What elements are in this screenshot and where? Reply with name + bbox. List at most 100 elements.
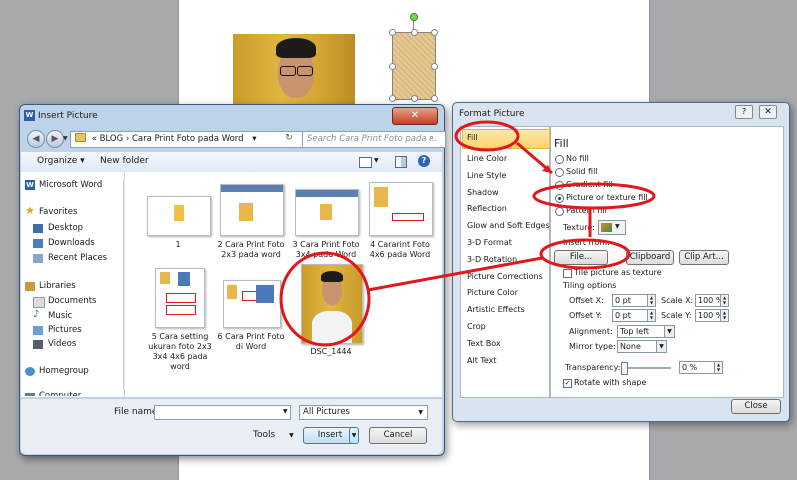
file-name-1[interactable]: 1	[147, 240, 209, 250]
file-thumbnail-5[interactable]	[155, 268, 205, 328]
file-name-3[interactable]: 3 Cara Print Foto 3x4 pada Word	[291, 240, 361, 260]
nav-computer[interactable]: Computer	[39, 391, 81, 396]
nav-pictures[interactable]: Pictures	[48, 325, 82, 335]
file-thumbnail-3[interactable]	[295, 189, 359, 236]
breadcrumb-blog[interactable]: BLOG	[100, 134, 124, 144]
mirror-type-select[interactable]: None ▼	[617, 340, 667, 353]
nav-microsoft-word[interactable]: Microsoft Word	[39, 180, 102, 190]
category-artistic-effects[interactable]: Artistic Effects	[467, 305, 525, 314]
insert-dropdown-button[interactable]: ▼	[349, 427, 359, 444]
category-fill[interactable]: Fill	[467, 133, 478, 142]
preview-pane-icon[interactable]	[395, 156, 407, 168]
file-thumbnail-1[interactable]	[147, 196, 211, 236]
file-name-5[interactable]: 5 Cara setting ukuran foto 2x3 3x4 4x6 p…	[145, 332, 215, 372]
picture-texture-fill-label[interactable]: Picture or texture fill	[566, 193, 648, 202]
search-input[interactable]: Search Cara Print Foto pada ...	[302, 131, 446, 148]
nav-music[interactable]: Music	[48, 311, 72, 321]
file-name-input[interactable]	[154, 405, 291, 420]
close-icon[interactable]: ✕	[759, 105, 777, 119]
texture-shape[interactable]	[389, 29, 438, 102]
category-line-style[interactable]: Line Style	[467, 171, 506, 180]
transparency-slider[interactable]	[621, 367, 671, 369]
category-text-box[interactable]: Text Box	[467, 339, 501, 348]
clip-art-button[interactable]: Clip Art...	[679, 250, 729, 265]
solid-fill-label[interactable]: Solid fill	[566, 167, 598, 176]
resize-handle-bl[interactable]	[389, 95, 396, 102]
clipboard-button[interactable]: Clipboard	[626, 250, 674, 265]
forward-button[interactable]: ▶	[46, 130, 64, 148]
close-button[interactable]: ✕	[392, 107, 438, 125]
history-dropdown-icon[interactable]: ▼	[63, 135, 68, 142]
new-folder-button[interactable]: New folder	[100, 156, 149, 166]
nav-documents[interactable]: Documents	[48, 296, 96, 306]
file-thumbnail-2[interactable]	[220, 184, 284, 236]
alignment-select[interactable]: Top left ▼	[617, 325, 675, 338]
file-button[interactable]: File...	[554, 250, 608, 265]
solid-fill-radio[interactable]	[555, 168, 564, 177]
category-shadow[interactable]: Shadow	[467, 188, 499, 197]
category-line-color[interactable]: Line Color	[467, 154, 507, 163]
nav-homegroup[interactable]: Homegroup	[39, 366, 89, 376]
file-type-select[interactable]: All Pictures ▼	[299, 405, 428, 420]
category-picture-corrections[interactable]: Picture Corrections	[467, 272, 543, 281]
views-icon[interactable]	[359, 157, 372, 168]
resize-handle-l[interactable]	[389, 63, 396, 70]
resize-handle-tr[interactable]	[431, 29, 438, 36]
resize-handle-tl[interactable]	[389, 29, 396, 36]
breadcrumb-separator[interactable]: ›	[126, 134, 129, 144]
category-alt-text[interactable]: Alt Text	[467, 356, 497, 365]
rotate-with-shape-label[interactable]: Rotate with shape	[574, 378, 646, 387]
cancel-button[interactable]: Cancel	[369, 427, 427, 444]
pattern-fill-radio[interactable]	[555, 207, 564, 216]
transparency-input[interactable]: 0 % ▲ ▼	[679, 361, 723, 374]
category-glow[interactable]: Glow and Soft Edges	[467, 221, 550, 230]
category-picture-color[interactable]: Picture Color	[467, 288, 518, 297]
address-bar[interactable]: « BLOG › Cara Print Foto pada Word ▾	[70, 131, 304, 148]
spinner-arrows[interactable]: ▲ ▼	[720, 310, 728, 321]
resize-handle-br[interactable]	[431, 95, 438, 102]
resize-handle-b[interactable]	[411, 95, 418, 102]
help-icon[interactable]: ?	[418, 155, 430, 167]
scale-y-input[interactable]: 100 % ▲ ▼	[695, 309, 729, 322]
offset-y-input[interactable]: 0 pt ▲ ▼	[612, 309, 656, 322]
back-button[interactable]: ◀	[27, 130, 45, 148]
resize-handle-r[interactable]	[431, 63, 438, 70]
nav-desktop[interactable]: Desktop	[48, 223, 83, 233]
transparency-slider-thumb[interactable]	[621, 362, 628, 375]
category-3d-rotation[interactable]: 3-D Rotation	[467, 255, 517, 264]
breadcrumb-folder[interactable]: Cara Print Foto pada Word	[132, 134, 244, 144]
file-thumbnail-6[interactable]	[223, 280, 281, 328]
resize-handle-t[interactable]	[411, 29, 418, 36]
category-crop[interactable]: Crop	[467, 322, 486, 331]
gradient-fill-radio[interactable]	[555, 181, 564, 190]
spinner-arrows[interactable]: ▲ ▼	[720, 295, 728, 306]
nav-downloads[interactable]: Downloads	[48, 238, 95, 248]
file-name-dsc1444[interactable]: DSC_1444	[301, 347, 361, 357]
no-fill-label[interactable]: No fill	[566, 154, 589, 163]
rotation-handle[interactable]	[410, 13, 418, 21]
category-3d-format[interactable]: 3-D Format	[467, 238, 512, 247]
gradient-fill-label[interactable]: Gradient fill	[566, 180, 613, 189]
pattern-fill-label[interactable]: Pattern fill	[566, 206, 607, 215]
nav-recent-places[interactable]: Recent Places	[48, 253, 107, 263]
texture-picker[interactable]: ▼	[598, 220, 626, 235]
file-name-2[interactable]: 2 Cara Print Foto 2x3 pada word	[217, 240, 285, 260]
tile-label[interactable]: Tile picture as texture	[574, 268, 662, 277]
rotate-with-shape-checkbox[interactable]: ✓	[563, 379, 572, 388]
tools-button[interactable]: Tools ▼	[253, 430, 294, 440]
refresh-icon[interactable]: ↻	[282, 132, 296, 145]
spinner-arrows[interactable]: ▲ ▼	[647, 310, 655, 321]
scale-x-input[interactable]: 100 % ▲ ▼	[695, 294, 729, 307]
tile-checkbox[interactable]	[563, 269, 572, 278]
category-reflection[interactable]: Reflection	[467, 204, 507, 213]
views-dropdown-icon[interactable]: ▼	[374, 157, 379, 164]
close-button[interactable]: Close	[731, 399, 781, 414]
nav-videos[interactable]: Videos	[48, 339, 76, 349]
file-name-4[interactable]: 4 Cararint Foto 4x6 pada Word	[365, 240, 435, 260]
breadcrumb-dropdown[interactable]: ▾	[252, 134, 256, 144]
spinner-arrows[interactable]: ▲ ▼	[647, 295, 655, 306]
nav-libraries[interactable]: Libraries	[39, 281, 76, 291]
organize-button[interactable]: Organize ▾	[37, 156, 85, 166]
spinner-arrows[interactable]: ▲ ▼	[714, 362, 722, 373]
help-button[interactable]: ?	[735, 105, 753, 119]
